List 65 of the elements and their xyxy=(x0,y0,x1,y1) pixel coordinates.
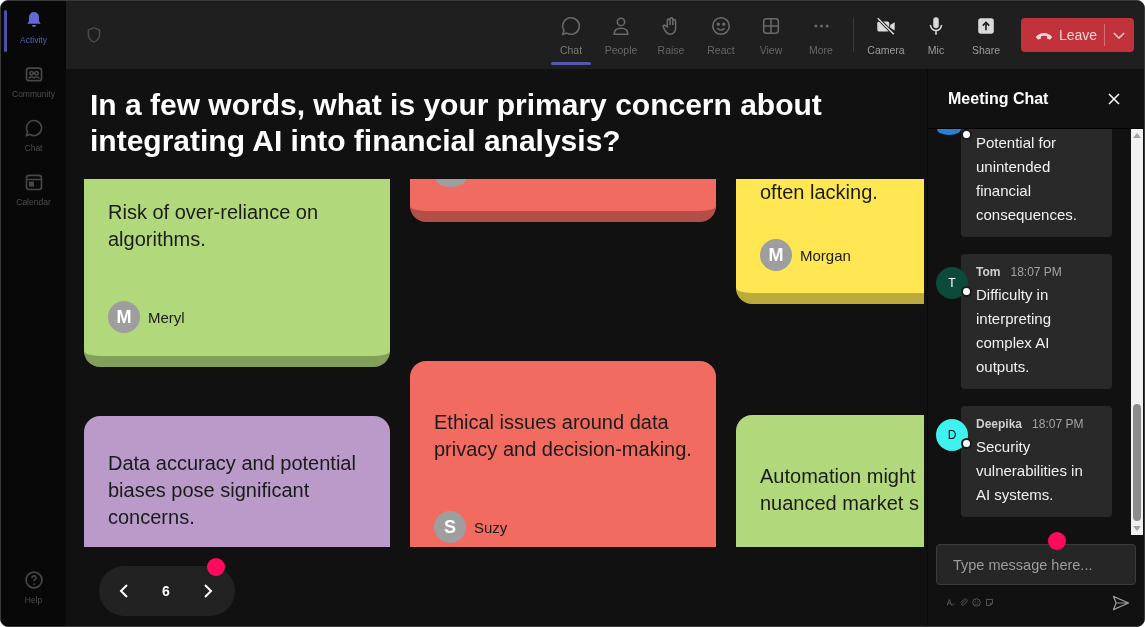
smiley-icon[interactable] xyxy=(972,598,981,607)
toolbar-button[interactable]: People xyxy=(596,1,646,69)
avatar-icon xyxy=(436,179,466,187)
avatar: T xyxy=(936,267,968,299)
shield-icon xyxy=(85,26,103,44)
note-text: Automation might nuanced market s xyxy=(760,464,919,516)
grid-icon xyxy=(760,15,782,37)
toolbar-button[interactable]: More xyxy=(796,1,846,69)
message-time: 18:07 PM xyxy=(1010,264,1062,280)
close-icon[interactable] xyxy=(1108,92,1120,105)
note-text: Data accuracy and potential biases pose significant concerns. xyxy=(108,451,357,530)
chevron-left-icon[interactable] xyxy=(119,583,129,599)
send-icon[interactable] xyxy=(1112,594,1130,611)
toolbar-button[interactable]: Share xyxy=(961,1,1011,69)
calendar-icon xyxy=(23,172,44,192)
toolbar-button[interactable]: React xyxy=(696,1,746,69)
scroll-up-arrow-icon[interactable] xyxy=(1133,133,1141,138)
avatar: S xyxy=(434,511,466,543)
scroll-down-arrow-icon[interactable] xyxy=(1133,526,1141,531)
people-box-icon xyxy=(23,64,44,84)
pointer-dot-icon xyxy=(207,558,225,576)
message-text: Difficulty in interpreting complex AI outputs. xyxy=(976,285,1053,377)
author-name: Morgan xyxy=(800,246,851,264)
message-text: Potential for unintended financial consequences. xyxy=(976,133,1078,225)
chat-title: Meeting Chat xyxy=(948,89,1049,108)
help-icon xyxy=(23,570,44,590)
toolbar-button[interactable]: Mic xyxy=(911,1,961,69)
sidebar-item[interactable]: Community xyxy=(1,58,66,112)
person-icon xyxy=(610,15,632,37)
avatar: M xyxy=(760,239,792,271)
avatar: D xyxy=(936,419,968,451)
message-text: Security vulnerabilities in AI systems. xyxy=(976,437,1084,505)
text-format-icon[interactable] xyxy=(946,598,955,607)
toolbar-button[interactable]: View xyxy=(746,1,796,69)
question-title: In a few words, what is your primary concern about integrating AI into financial analysis? xyxy=(90,87,823,159)
author-name: Suzy xyxy=(474,518,508,536)
share-icon xyxy=(975,15,997,37)
note-text: Ethical issues around data privacy and decision-making. xyxy=(434,410,692,462)
avatar: M xyxy=(108,301,140,333)
leave-button[interactable]: Leave xyxy=(1021,18,1134,52)
sidebar-item[interactable]: Activity xyxy=(1,4,66,58)
page-number: 6 xyxy=(162,583,170,599)
scroll-thumb[interactable] xyxy=(1133,404,1141,521)
sidebar-item[interactable]: Chat xyxy=(1,112,66,166)
toolbar-button[interactable]: Chat xyxy=(546,1,596,69)
sender-name: Tom xyxy=(976,264,1001,280)
sticker-icon[interactable] xyxy=(985,598,994,607)
chat-bubble-icon xyxy=(560,15,582,37)
more-icon xyxy=(813,24,829,28)
note-text: often lacking. xyxy=(760,180,878,205)
author-name: Meryl xyxy=(148,308,185,326)
toolbar-button[interactable]: Camera xyxy=(861,1,911,69)
message-input[interactable]: Type message here... xyxy=(936,544,1136,585)
smiley-icon xyxy=(710,15,732,37)
paperclip-icon[interactable] xyxy=(959,598,968,607)
chat-bubble-icon xyxy=(23,118,44,138)
pointer-dot-icon xyxy=(1048,532,1066,550)
scrollbar[interactable] xyxy=(1131,129,1143,535)
caret-icon xyxy=(1113,31,1125,39)
chevron-right-icon[interactable] xyxy=(203,583,213,599)
sender-name: Deepika xyxy=(976,416,1023,432)
message-time: 18:07 PM xyxy=(1032,416,1084,432)
toolbar-button[interactable]: Raise xyxy=(646,1,696,69)
note-text: Risk of over-reliance on algorithms. xyxy=(108,200,320,252)
sidebar-item[interactable]: Help xyxy=(1,564,66,618)
